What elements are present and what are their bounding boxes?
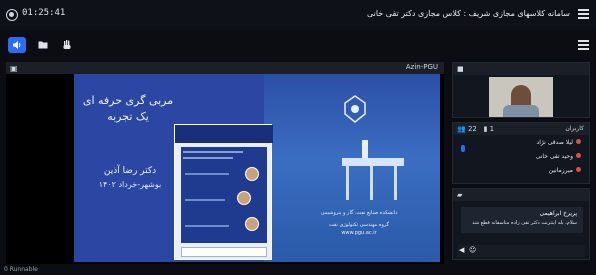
emoji-icon[interactable]: ☺ xyxy=(469,246,476,254)
chat-sender: پریرخ ابراهیمی xyxy=(539,210,578,217)
poster-line xyxy=(185,225,229,227)
user-name: لیلا صدقی نژاد xyxy=(536,139,573,146)
chat-message: پریرخ ابراهیمی سلام، بله اینترنت دکتر تق… xyxy=(461,207,583,233)
user-list-item[interactable]: لیلا صدقی نژاد xyxy=(537,139,581,146)
camera-panel-header: ■ xyxy=(453,63,589,75)
poster-footer xyxy=(181,247,267,257)
rig-leg xyxy=(370,166,373,200)
chat-text: سلام، بله اینترنت دکتر تقی زاده متاسفانه… xyxy=(472,220,577,226)
presenter-name: Azin-PGU xyxy=(405,63,438,71)
status-bar: 0 Runnable xyxy=(4,266,38,273)
slide-place-date: بوشهر-خرداد ۱۴۰۲ xyxy=(98,180,162,189)
poster-line xyxy=(183,157,233,159)
mics-count-value: 1 xyxy=(489,125,495,133)
poster-header xyxy=(175,125,273,143)
chat-panel-header: ▰ xyxy=(453,189,589,201)
rig-deck xyxy=(342,158,404,166)
poster-line xyxy=(185,173,229,175)
rig-leg xyxy=(346,166,349,200)
user-status-icon xyxy=(576,139,581,144)
folder-icon xyxy=(38,41,48,49)
user-list-item[interactable]: میرزمانین xyxy=(549,167,581,174)
slide-caption: گروه مهندسی تکنولوژی نفت xyxy=(329,222,389,228)
chat-panel: ▰ پریرخ ابراهیمی سلام، بله اینترنت دکتر … xyxy=(452,188,590,260)
speaker-icon xyxy=(13,41,21,49)
speaker-button[interactable] xyxy=(8,37,26,53)
users-panel: 👥 22 ▮ 1 کاربران لیلا صدقی نژاد وحید تقی… xyxy=(452,122,590,184)
poster-line xyxy=(185,199,225,201)
user-status-icon xyxy=(576,167,581,172)
screen-share-header: ▣ Azin-PGU xyxy=(6,62,444,74)
user-name: وحید تقی خانی xyxy=(535,153,573,160)
folder-button[interactable] xyxy=(34,37,52,53)
user-list-item[interactable]: وحید تقی خانی xyxy=(536,153,581,160)
users-icon: 👥 xyxy=(457,125,466,133)
camera-icon: ■ xyxy=(457,65,464,73)
recording-icon xyxy=(6,9,18,21)
top-bar: 01:25:41 سامانه کلاسهای مجازی شریف : کلا… xyxy=(0,0,596,30)
hamburger-icon[interactable] xyxy=(578,9,589,19)
users-panel-header: 👥 22 ▮ 1 کاربران xyxy=(453,123,589,135)
slide-caption: www.pgu.ac.ir xyxy=(341,230,377,236)
slide-title-line2: یک تجربه xyxy=(107,110,149,123)
user-count: 👥 22 ▮ 1 xyxy=(457,125,494,133)
session-clock: 01:25:41 xyxy=(22,8,66,18)
camera-panel: ■ xyxy=(452,62,590,118)
university-logo xyxy=(344,95,366,123)
speaker-photo xyxy=(245,167,259,181)
speaker-photo xyxy=(237,191,251,205)
hamburger-icon[interactable] xyxy=(578,40,589,50)
poster-line xyxy=(183,151,243,153)
webcam-video[interactable] xyxy=(489,77,553,117)
hand-icon xyxy=(63,40,71,49)
user-status-icon xyxy=(576,153,581,158)
mic-count-icon: ▮ xyxy=(483,125,488,133)
slide-author: دکتر رضا آذین xyxy=(103,166,157,176)
raise-hand-button[interactable] xyxy=(58,37,76,53)
event-poster-image xyxy=(174,124,273,260)
users-panel-label: کاربران xyxy=(565,125,584,132)
screen-share-panel: ▣ Azin-PGU مربی گری حرفه ای یک تجربه دکت… xyxy=(6,62,444,264)
slide-title-line1: مربی گری حرفه ای xyxy=(82,94,174,107)
screen-share-icon: ▣ xyxy=(10,64,18,73)
oil-rig-image xyxy=(332,140,412,200)
participant-body xyxy=(503,105,539,117)
presentation-slide: مربی گری حرفه ای یک تجربه دکتر رضا آذین … xyxy=(74,74,440,262)
send-icon[interactable]: ◀ xyxy=(459,246,464,254)
user-name: میرزمانین xyxy=(548,167,573,174)
toolbar xyxy=(0,34,596,56)
rig-leg xyxy=(394,166,397,200)
window-title: سامانه کلاسهای مجازی شریف : کلاس مجازی د… xyxy=(366,9,570,18)
chat-icon: ▰ xyxy=(457,191,463,199)
speaker-photo xyxy=(245,217,259,231)
users-count-value: 22 xyxy=(467,125,477,133)
slide-caption: دانشکده صنایع نفت، گاز و پتروشیمی xyxy=(320,210,398,216)
rig-tower xyxy=(362,140,368,158)
microphone-icon[interactable] xyxy=(461,145,465,152)
